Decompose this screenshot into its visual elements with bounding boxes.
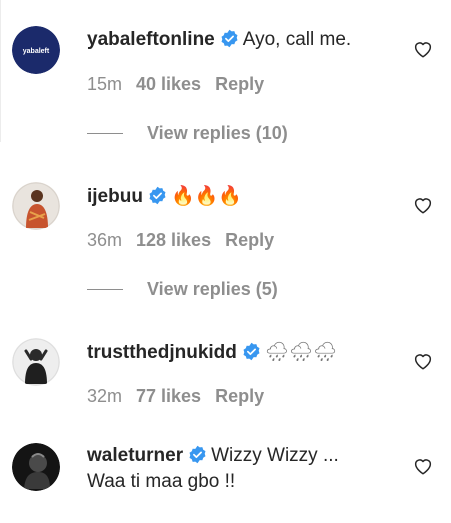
comment-text: Ayo, call me. (242, 29, 352, 50)
verified-badge-icon (148, 186, 167, 205)
comment-meta: 15m 40 likes Reply (87, 73, 278, 95)
heart-icon[interactable] (413, 457, 433, 475)
thread-guide-line (0, 0, 1, 142)
username-link[interactable]: yabaleftonline (87, 29, 215, 50)
comment-header: trustthedjnukidd 🌧🌧🌧 (87, 340, 337, 365)
comment-header: yabaleftonline Ayo, call me. (87, 28, 351, 52)
likes-count[interactable]: 77 likes (136, 386, 201, 406)
avatar[interactable] (12, 182, 60, 230)
comment-header: ijebuu 🔥🔥🔥 (87, 184, 242, 209)
comment-time: 15m (87, 74, 123, 94)
avatar[interactable] (12, 443, 60, 491)
comment-text: Wizzy Wizzy ... (211, 445, 339, 466)
view-replies-label: View replies (5) (147, 279, 278, 299)
reply-button[interactable]: Reply (215, 386, 264, 406)
username-link[interactable]: waleturner (87, 445, 183, 466)
view-replies-button[interactable]: View replies (5) (87, 278, 278, 300)
reply-button[interactable]: Reply (215, 74, 264, 94)
comment-meta: 32m 77 likes Reply (87, 385, 278, 407)
avatar[interactable] (12, 338, 60, 386)
likes-count[interactable]: 40 likes (136, 74, 201, 94)
comment-text: 🔥🔥🔥 (170, 185, 242, 207)
comment-time: 36m (87, 230, 123, 250)
comment-time: 32m (87, 386, 123, 406)
replies-divider (87, 288, 123, 290)
verified-badge-icon (242, 342, 261, 361)
avatar[interactable]: yabaleft (12, 26, 60, 74)
verified-badge-icon (220, 29, 239, 48)
heart-icon[interactable] (413, 352, 433, 370)
comment-meta: 36m 128 likes Reply (87, 229, 288, 251)
view-replies-button[interactable]: View replies (10) (87, 122, 288, 144)
likes-count[interactable]: 128 likes (136, 230, 211, 250)
heart-icon[interactable] (413, 40, 433, 58)
username-link[interactable]: ijebuu (87, 186, 143, 207)
comment-text: 🌧🌧🌧 (264, 341, 338, 363)
comment-text-continued: Waa ti maa gbo !! (87, 471, 236, 492)
heart-icon[interactable] (413, 196, 433, 214)
comment-header: waleturner Wizzy Wizzy ... (87, 444, 339, 468)
avatar-logo-text: yabaleft (23, 48, 50, 55)
view-replies-label: View replies (10) (147, 123, 288, 143)
verified-badge-icon (188, 445, 207, 464)
username-link[interactable]: trustthedjnukidd (87, 342, 237, 363)
reply-button[interactable]: Reply (225, 230, 274, 250)
replies-divider (87, 132, 123, 134)
